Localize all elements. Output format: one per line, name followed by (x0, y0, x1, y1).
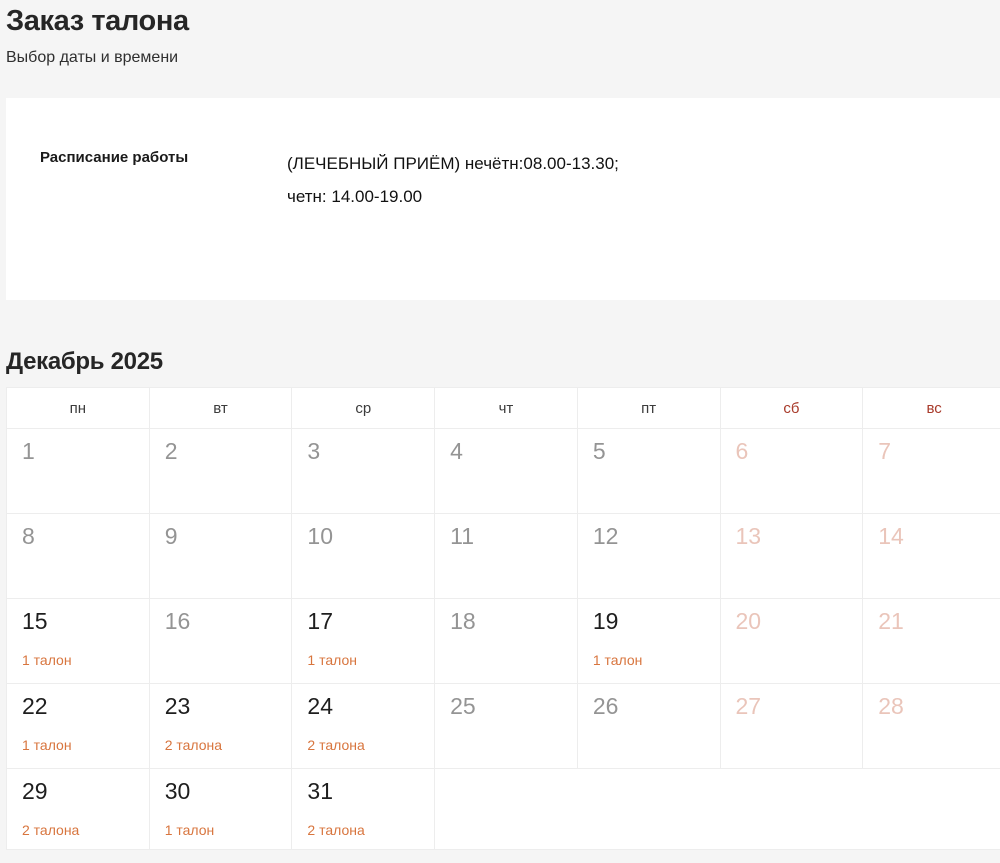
calendar-week-row: 22 1 талон 23 2 талона 24 2 талона 25 26… (7, 684, 1000, 769)
day-cell-24[interactable]: 24 2 талона (292, 684, 435, 769)
weekday-header-wed: ср (292, 388, 435, 429)
weekday-header-sat: сб (720, 388, 863, 429)
day-number: 31 (307, 779, 428, 804)
weekday-header-tue: вт (149, 388, 292, 429)
day-number: 26 (593, 694, 714, 719)
ticket-link-29[interactable]: 2 талона (22, 822, 79, 838)
day-cell-13: 13 (720, 514, 863, 599)
day-cell-12: 12 (577, 514, 720, 599)
ticket-link-17[interactable]: 1 талон (307, 652, 357, 668)
day-number: 24 (307, 694, 428, 719)
ticket-link-15[interactable]: 1 талон (22, 652, 72, 668)
day-number: 27 (736, 694, 857, 719)
day-number: 20 (736, 609, 857, 634)
ticket-link-22[interactable]: 1 талон (22, 737, 72, 753)
day-number: 14 (878, 524, 999, 549)
day-cell-20: 20 (720, 599, 863, 684)
weekday-header-sun: вс (863, 388, 1000, 429)
day-cell-17[interactable]: 17 1 талон (292, 599, 435, 684)
day-number: 21 (878, 609, 999, 634)
day-number: 5 (593, 439, 714, 464)
day-cell-9: 9 (149, 514, 292, 599)
day-number: 23 (165, 694, 286, 719)
day-number: 9 (165, 524, 286, 549)
day-cell-27: 27 (720, 684, 863, 769)
day-number: 10 (307, 524, 428, 549)
day-cell-1: 1 (7, 429, 150, 514)
calendar-week-row: 29 2 талона 30 1 талон 31 2 талона (7, 769, 1000, 850)
day-cell-31[interactable]: 31 2 талона (292, 769, 435, 850)
day-cell-11: 11 (435, 514, 578, 599)
day-cell-16: 16 (149, 599, 292, 684)
weekday-header-fri: пт (577, 388, 720, 429)
schedule-row: Расписание работы (ЛЕЧЕБНЫЙ ПРИЁМ) нечёт… (40, 147, 1000, 213)
day-cell-3: 3 (292, 429, 435, 514)
ticket-link-30[interactable]: 1 талон (165, 822, 215, 838)
weekday-header-mon: пн (7, 388, 150, 429)
day-number: 28 (878, 694, 999, 719)
day-number: 4 (450, 439, 571, 464)
day-cell-25: 25 (435, 684, 578, 769)
calendar-table: пн вт ср чт пт сб вс 1 2 3 4 5 6 7 8 9 (6, 387, 1000, 850)
day-number: 2 (165, 439, 286, 464)
schedule-label: Расписание работы (40, 147, 287, 213)
day-number: 3 (307, 439, 428, 464)
day-number: 13 (736, 524, 857, 549)
weekday-header-thu: чт (435, 388, 578, 429)
day-cell-18: 18 (435, 599, 578, 684)
day-cell-8: 8 (7, 514, 150, 599)
day-cell-7: 7 (863, 429, 1000, 514)
day-number: 6 (736, 439, 857, 464)
day-cell-26: 26 (577, 684, 720, 769)
day-number: 30 (165, 779, 286, 804)
day-number: 25 (450, 694, 571, 719)
day-number: 11 (450, 524, 571, 549)
day-number: 1 (22, 439, 143, 464)
day-cell-22[interactable]: 22 1 талон (7, 684, 150, 769)
day-cell-30[interactable]: 30 1 талон (149, 769, 292, 850)
day-cell-6: 6 (720, 429, 863, 514)
page-subtitle: Выбор даты и времени (6, 48, 1000, 67)
day-cell-2: 2 (149, 429, 292, 514)
ticket-link-23[interactable]: 2 талона (165, 737, 222, 753)
calendar-week-row: 15 1 талон 16 17 1 талон 18 19 1 талон 2… (7, 599, 1000, 684)
day-cell-10: 10 (292, 514, 435, 599)
day-number: 8 (22, 524, 143, 549)
day-number: 17 (307, 609, 428, 634)
schedule-panel: Расписание работы (ЛЕЧЕБНЫЙ ПРИЁМ) нечёт… (6, 98, 1000, 300)
ticket-link-24[interactable]: 2 талона (307, 737, 364, 753)
day-cell-29[interactable]: 29 2 талона (7, 769, 150, 850)
ticket-link-31[interactable]: 2 талона (307, 822, 364, 838)
day-cell-15[interactable]: 15 1 талон (7, 599, 150, 684)
day-cell-28: 28 (863, 684, 1000, 769)
day-number: 7 (878, 439, 999, 464)
calendar-month-title: Декабрь 2025 (6, 348, 1000, 376)
day-cell-19[interactable]: 19 1 талон (577, 599, 720, 684)
day-number: 18 (450, 609, 571, 634)
day-cell-23[interactable]: 23 2 талона (149, 684, 292, 769)
page-title: Заказ талона (6, 0, 1000, 38)
day-number: 16 (165, 609, 286, 634)
day-number: 29 (22, 779, 143, 804)
empty-cell (435, 769, 1000, 850)
schedule-value-line1: (ЛЕЧЕБНЫЙ ПРИЁМ) нечётн:08.00-13.30; (287, 147, 619, 180)
ticket-link-19[interactable]: 1 талон (593, 652, 643, 668)
schedule-value-line2: четн: 14.00-19.00 (287, 180, 619, 213)
day-number: 19 (593, 609, 714, 634)
day-number: 15 (22, 609, 143, 634)
day-cell-4: 4 (435, 429, 578, 514)
day-number: 12 (593, 524, 714, 549)
day-cell-21: 21 (863, 599, 1000, 684)
day-number: 22 (22, 694, 143, 719)
day-cell-14: 14 (863, 514, 1000, 599)
calendar-week-row: 1 2 3 4 5 6 7 (7, 429, 1000, 514)
schedule-value: (ЛЕЧЕБНЫЙ ПРИЁМ) нечётн:08.00-13.30; чет… (287, 147, 619, 213)
calendar-week-row: 8 9 10 11 12 13 14 (7, 514, 1000, 599)
page-content: Заказ талона Выбор даты и времени Распис… (6, 0, 1000, 850)
weekday-header-row: пн вт ср чт пт сб вс (7, 388, 1000, 429)
day-cell-5: 5 (577, 429, 720, 514)
